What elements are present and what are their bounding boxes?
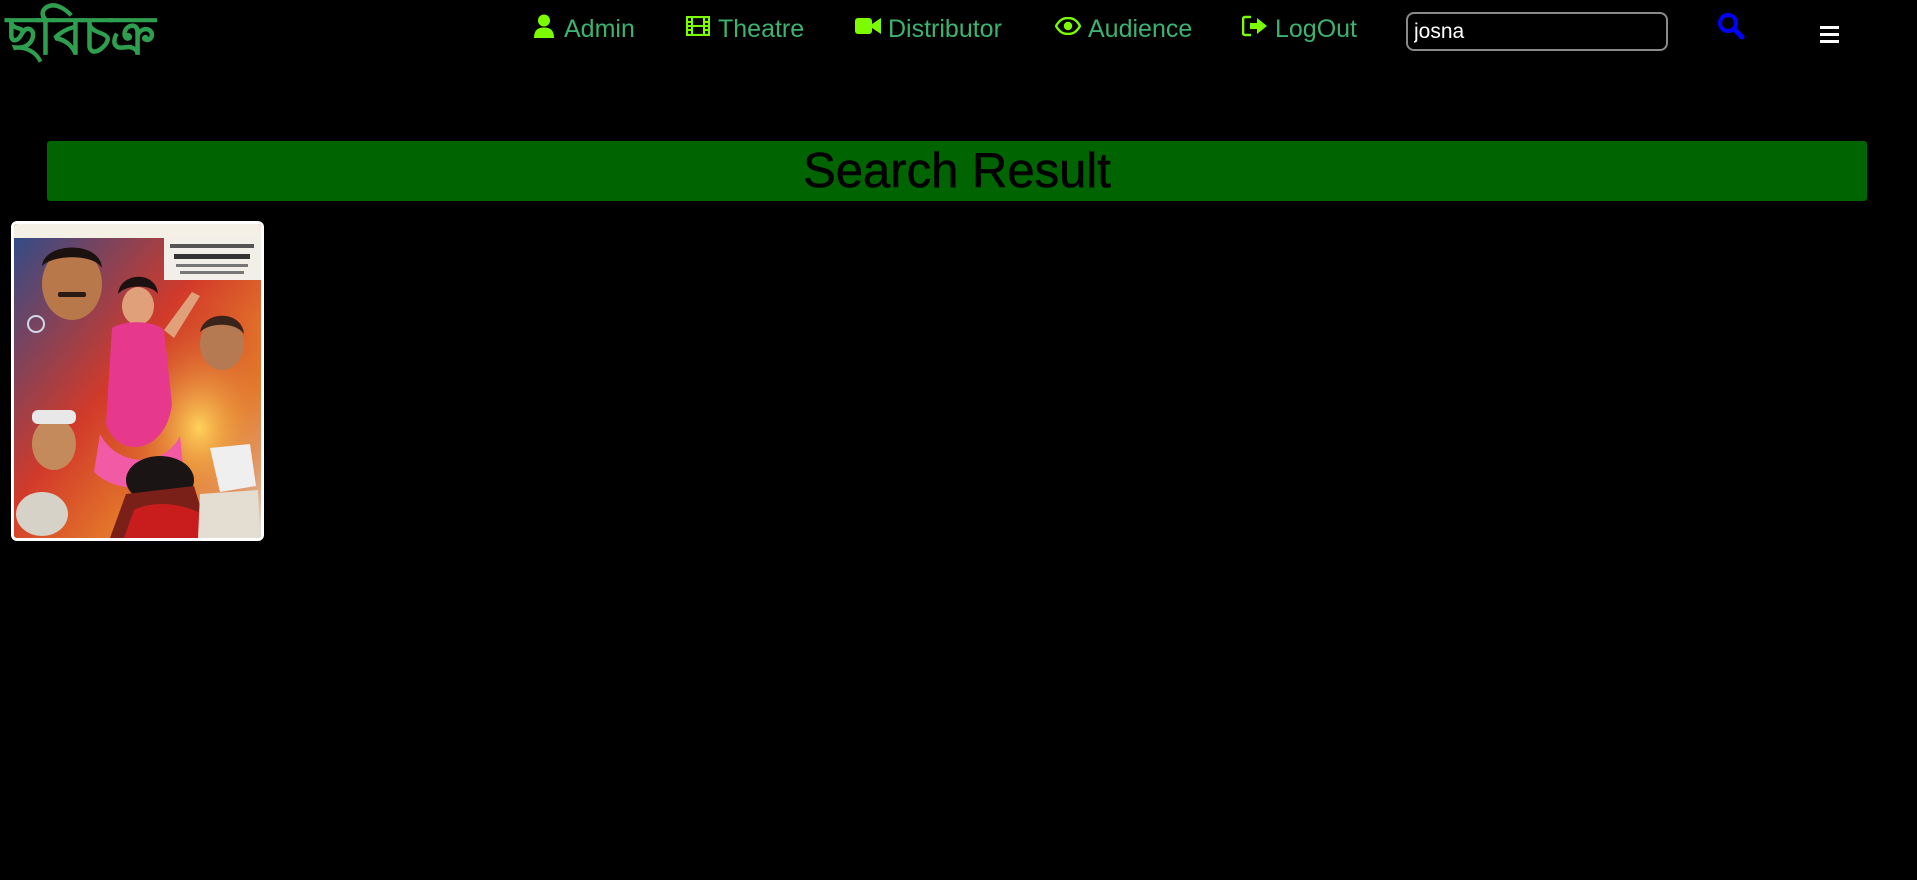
video-camera-icon — [855, 13, 881, 39]
nav-distributor-label: Distributor — [888, 14, 1002, 43]
search-icon — [1717, 13, 1745, 44]
nav-theatre[interactable]: Theatre — [685, 10, 804, 48]
menu-button[interactable] — [1820, 26, 1842, 48]
page-title: Search Result — [803, 144, 1111, 199]
search-button[interactable] — [1717, 12, 1747, 42]
nav-logout[interactable]: LogOut — [1242, 10, 1357, 48]
result-card[interactable] — [11, 221, 264, 541]
movie-poster-image — [14, 224, 261, 538]
nav-audience-label: Audience — [1088, 14, 1193, 43]
page: ছবিচক্র Admin Theatre Distributor Audien… — [0, 0, 1917, 880]
nav-admin-label: Admin — [564, 14, 635, 43]
nav-theatre-label: Theatre — [718, 14, 805, 43]
eye-icon — [1055, 13, 1081, 39]
search-input[interactable] — [1406, 12, 1668, 51]
search-result-banner: Search Result — [47, 141, 1867, 201]
nav-logout-label: LogOut — [1275, 14, 1358, 43]
sign-out-icon — [1242, 13, 1268, 39]
nav-admin[interactable]: Admin — [531, 10, 635, 48]
nav-distributor[interactable]: Distributor — [855, 10, 1002, 48]
hamburger-menu-icon — [1820, 26, 1842, 43]
nav-audience[interactable]: Audience — [1055, 10, 1192, 48]
site-logo[interactable]: ছবিচক্র — [6, 0, 156, 72]
user-icon — [531, 13, 557, 39]
film-icon — [685, 13, 711, 39]
